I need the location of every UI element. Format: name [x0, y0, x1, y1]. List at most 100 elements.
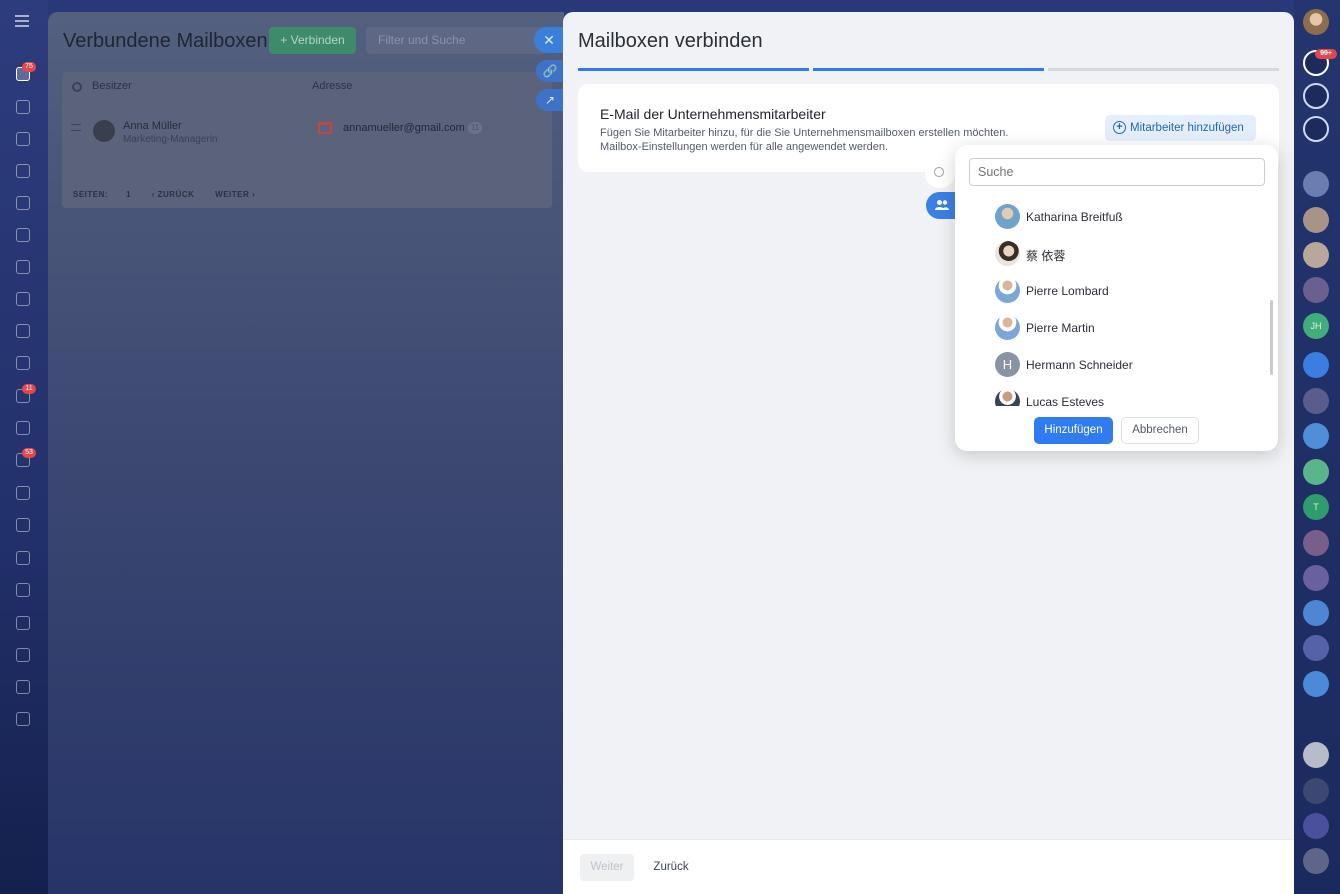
rail-avatar-4[interactable] [1303, 277, 1329, 303]
plus-circle-icon: + [1113, 121, 1126, 134]
rail-avatar-15[interactable] [1303, 778, 1329, 804]
page-title: Verbundene Mailboxen [63, 30, 268, 52]
employee-item[interactable]: H Hermann Schneider [995, 350, 1245, 380]
employee-name: Pierre Martin [1026, 321, 1095, 335]
nav-icon-2[interactable] [16, 132, 30, 146]
nav-icon-20[interactable] [16, 712, 30, 726]
prev-page-link[interactable]: ‹ ZURÜCK [152, 190, 195, 199]
nav-icon-13[interactable] [16, 486, 30, 500]
unread-count-badge: 11 [468, 122, 482, 134]
employee-item[interactable]: Pierre Martin [995, 313, 1245, 343]
rail-avatar-13[interactable] [1303, 671, 1329, 697]
back-button[interactable]: Zurück [645, 854, 697, 881]
add-selected-button[interactable]: Hinzufügen [1034, 417, 1113, 444]
rail-avatar-7[interactable] [1303, 423, 1329, 449]
rail-initial-t[interactable]: T [1303, 494, 1329, 520]
right-rail: 99+ JH T [1294, 0, 1340, 894]
step-1-bar [578, 68, 809, 71]
group-selector-button[interactable] [926, 192, 958, 219]
initial-avatar: H [995, 352, 1020, 377]
table-row[interactable]: Anna Müller Marketing-Managerin annamuel… [62, 116, 552, 160]
rail-avatar-11[interactable] [1303, 600, 1329, 626]
rail-avatar-1[interactable] [1303, 171, 1329, 197]
avatar [93, 120, 115, 142]
employee-search-input[interactable] [969, 158, 1265, 186]
owner-role: Marketing-Managerin [123, 134, 218, 145]
nav-icon-8[interactable] [16, 324, 30, 338]
employee-name: Hermann Schneider [1026, 358, 1133, 372]
gmail-icon [318, 122, 332, 134]
employee-item[interactable]: Pierre Lombard [995, 276, 1245, 306]
rail-avatar-9[interactable] [1303, 530, 1329, 556]
column-header-address[interactable]: Adresse [312, 80, 352, 92]
mail-nav-badge: 75 [22, 62, 36, 72]
nav-icon-4[interactable] [16, 196, 30, 210]
nav-icon-19[interactable] [16, 680, 30, 694]
nav-icon-15[interactable] [16, 551, 30, 565]
employee-name: Pierre Lombard [1026, 284, 1109, 298]
employee-item[interactable]: Katharina Breitfuß [995, 202, 1245, 232]
rail-avatar-6[interactable] [1303, 388, 1329, 414]
nav-icon-6[interactable] [16, 260, 30, 274]
avatar [995, 389, 1020, 406]
avatar [995, 315, 1020, 340]
nav-icon-1[interactable] [16, 100, 30, 114]
rail-avatar-2[interactable] [1303, 207, 1329, 233]
cancel-button[interactable]: Abbrechen [1121, 417, 1199, 444]
copy-link-icon[interactable]: 🔗 [536, 60, 564, 82]
filter-search-input[interactable]: Filter und Suche [366, 27, 546, 54]
rail-avatar-5[interactable] [1303, 352, 1329, 378]
left-navigation: 75 11 53 [0, 0, 48, 894]
next-page-link[interactable]: WEITER › [215, 190, 255, 199]
menu-icon[interactable] [15, 15, 29, 27]
description-line-1: Fügen Sie Mitarbeiter hinzu, für die Sie… [600, 127, 1009, 139]
rail-avatar-10[interactable] [1303, 565, 1329, 591]
employee-name: 蔡 依蓉 [1026, 249, 1066, 263]
column-header-owner[interactable]: Besitzer [92, 80, 132, 92]
nav-icon-17[interactable] [16, 616, 30, 630]
list-scrollbar[interactable] [1270, 300, 1273, 375]
wizard-footer: Weiter Zurück [563, 839, 1294, 894]
rail-avatar-3[interactable] [1303, 242, 1329, 268]
search-icon[interactable] [925, 160, 955, 188]
employee-list: Katharina Breitfuß 蔡 依蓉 Pierre Lombard P… [955, 198, 1278, 406]
employee-selector-popup: Katharina Breitfuß 蔡 依蓉 Pierre Lombard P… [955, 145, 1278, 451]
connect-button[interactable]: + Verbinden [269, 27, 356, 54]
rail-initials-avatar[interactable]: JH [1303, 313, 1329, 339]
nav-icon-5[interactable] [16, 228, 30, 242]
gear-icon[interactable] [72, 82, 82, 92]
avatar [995, 204, 1020, 229]
drag-handle-icon[interactable] [71, 124, 81, 131]
rail-avatar-8[interactable] [1303, 459, 1329, 485]
employee-item[interactable]: 蔡 依蓉 [995, 239, 1245, 269]
open-new-window-icon[interactable]: ↗ [536, 89, 564, 111]
chat-search-icon[interactable] [1303, 116, 1329, 142]
add-employee-button[interactable]: + Mitarbeiter hinzufügen [1105, 115, 1256, 141]
rail-avatar-14[interactable] [1303, 742, 1329, 768]
rail-avatar-17[interactable] [1303, 848, 1329, 874]
user-avatar[interactable] [1303, 9, 1329, 35]
nav-icon-18[interactable] [16, 648, 30, 662]
rail-icon-1[interactable] [1303, 83, 1329, 109]
nav-badge-2: 11 [22, 384, 36, 394]
nav-icon-3[interactable] [16, 164, 30, 178]
nav-icon-7[interactable] [16, 292, 30, 306]
mailbox-address[interactable]: annamueller@gmail.com [343, 122, 465, 134]
rail-avatar-12[interactable] [1303, 635, 1329, 661]
employee-name: Katharina Breitfuß [1026, 210, 1123, 224]
rail-avatar-16[interactable] [1303, 813, 1329, 839]
step-progress [578, 68, 1279, 71]
employee-item[interactable]: Lucas Esteves [995, 387, 1245, 406]
employee-name: Lucas Esteves [1026, 395, 1105, 406]
nav-icon-9[interactable] [16, 356, 30, 370]
wizard-title: Mailboxen verbinden [578, 30, 763, 52]
next-button[interactable]: Weiter [580, 854, 634, 881]
page-number: 1 [126, 190, 132, 199]
owner-name: Anna Müller [123, 120, 182, 132]
add-employee-label: Mitarbeiter hinzufügen [1130, 122, 1244, 134]
nav-icon-11[interactable] [16, 421, 30, 435]
nav-icon-14[interactable] [16, 518, 30, 532]
close-slider-button[interactable]: ✕ [534, 27, 564, 53]
mailbox-table: Besitzer Adresse Anna Müller Marketing-M… [62, 72, 552, 208]
nav-icon-16[interactable] [16, 583, 30, 597]
